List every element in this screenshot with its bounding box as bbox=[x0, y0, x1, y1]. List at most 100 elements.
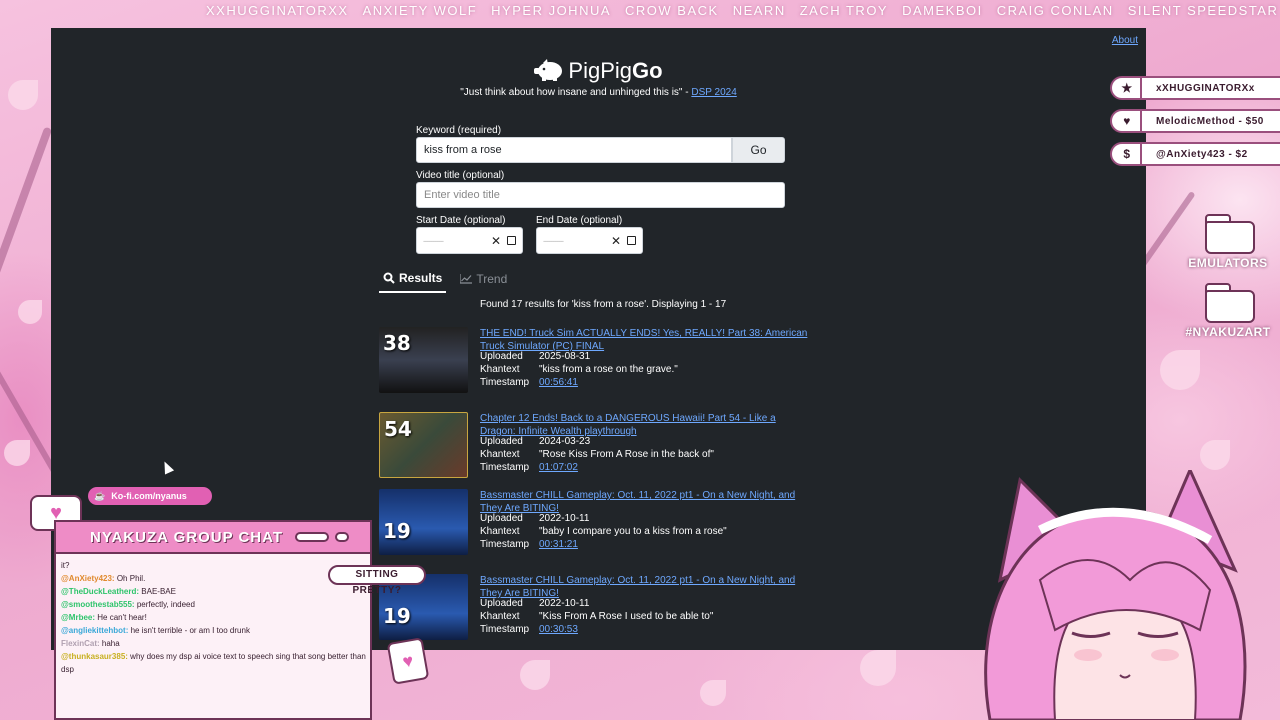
about-link[interactable]: About bbox=[1112, 35, 1138, 46]
uploaded-value: 2022-10-11 bbox=[539, 598, 590, 609]
result-title-link[interactable]: Chapter 12 Ends! Back to a DANGEROUS Haw… bbox=[480, 412, 810, 438]
video-title-input[interactable]: Enter video title bbox=[416, 182, 785, 208]
site-logo[interactable]: PigPigGo bbox=[51, 58, 1146, 87]
brand-bold: Go bbox=[632, 58, 663, 83]
chat-username: @thunkasaur385: bbox=[61, 652, 128, 661]
pig-icon bbox=[534, 59, 564, 87]
uploaded-key: Uploaded bbox=[480, 513, 523, 524]
folder-icon bbox=[1205, 214, 1255, 254]
folder-icon bbox=[1205, 283, 1255, 323]
chat-username: @angliekittehbot: bbox=[61, 626, 129, 635]
marquee-name: Silent Speedstar bbox=[1127, 3, 1279, 18]
chat-header: NYAKUZA GROUP CHAT bbox=[56, 522, 370, 554]
khantext-value: "baby I compare you to a kiss from a ros… bbox=[539, 526, 727, 537]
chat-line: @thunkasaur385: why does my dsp ai voice… bbox=[61, 650, 366, 676]
thumbnail-badge: 38 bbox=[383, 331, 411, 355]
timestamp-link[interactable]: 00:56:41 bbox=[539, 377, 578, 388]
tagline-link[interactable]: DSP 2024 bbox=[691, 87, 736, 98]
khantext-row: Khantext "Rose Kiss From A Rose in the ba… bbox=[480, 449, 714, 460]
sitting-pretty-bubble: SITTING PRETTY? bbox=[328, 565, 426, 596]
top-name-marquee: xXHUGGINATORXx AnXiety Wolf Hyper Johnua… bbox=[0, 0, 1280, 22]
keyword-input[interactable]: kiss from a rose bbox=[416, 137, 732, 163]
uploaded-value: 2022-10-11 bbox=[539, 513, 590, 524]
khantext-key: Khantext bbox=[480, 449, 520, 460]
chat-message: perfectly, indeed bbox=[134, 600, 195, 609]
folder-emulators[interactable]: EMULATORS bbox=[1183, 214, 1273, 270]
chat-title: NYAKUZA GROUP CHAT bbox=[90, 528, 284, 546]
khantext-key: Khantext bbox=[480, 611, 520, 622]
calendar-icon[interactable] bbox=[627, 236, 636, 245]
result-title-link[interactable]: THE END! Truck Sim ACTUALLY ENDS! Yes, R… bbox=[480, 327, 810, 353]
uploaded-row: Uploaded 2022-10-11 bbox=[480, 598, 589, 609]
video-thumbnail[interactable]: 38 bbox=[379, 327, 468, 393]
kofi-text: Ko-fi.com/nyanus bbox=[111, 491, 187, 501]
khantext-key: Khantext bbox=[480, 526, 520, 537]
chat-username: @TheDuckLeatherd: bbox=[61, 587, 140, 596]
result-tabs: Results Trend bbox=[379, 266, 511, 293]
marquee-name: Craig Conlan bbox=[996, 3, 1114, 18]
heart-icon: ♥ bbox=[1114, 111, 1142, 131]
start-date-label: Start Date (optional) bbox=[416, 215, 506, 226]
timestamp-link[interactable]: 00:31:21 bbox=[539, 539, 578, 550]
thumbnail-badge: 19 bbox=[383, 519, 411, 543]
timestamp-row: Timestamp 00:30:53 bbox=[480, 624, 578, 635]
timestamp-row: Timestamp 00:56:41 bbox=[480, 377, 578, 388]
result-title-link[interactable]: Bassmaster CHILL Gameplay: Oct. 11, 2022… bbox=[480, 574, 810, 600]
uploaded-row: Uploaded 2022-10-11 bbox=[480, 513, 589, 524]
chat-username: @AnXiety423: bbox=[61, 574, 115, 583]
chat-line: @Mrbee: He can't hear! bbox=[61, 611, 366, 624]
tab-trend[interactable]: Trend bbox=[456, 266, 511, 293]
heart-card-icon: ♥ bbox=[386, 637, 430, 685]
timestamp-key: Timestamp bbox=[480, 539, 530, 550]
timestamp-link[interactable]: 00:30:53 bbox=[539, 624, 578, 635]
tagline-quote: "Just think about how insane and unhinge… bbox=[460, 87, 692, 98]
video-thumbnail[interactable]: 54 bbox=[379, 412, 468, 478]
chat-message: haha bbox=[99, 639, 120, 648]
chat-username: FlexinCat: bbox=[61, 639, 100, 648]
khantext-value: "kiss from a rose on the grave." bbox=[539, 364, 678, 375]
khantext-key: Khantext bbox=[480, 364, 520, 375]
clear-icon[interactable]: ✕ bbox=[491, 234, 501, 248]
start-date-input[interactable]: ---------- ✕ bbox=[416, 227, 523, 254]
pill-text: @AnXiety423 - $2 bbox=[1156, 148, 1248, 160]
window-bar-decoration bbox=[295, 532, 330, 542]
chart-icon bbox=[460, 274, 473, 284]
khantext-row: Khantext "baby I compare you to a kiss fr… bbox=[480, 526, 727, 537]
calendar-icon[interactable] bbox=[507, 236, 516, 245]
tab-results[interactable]: Results bbox=[379, 266, 447, 293]
timestamp-link[interactable]: 01:07:02 bbox=[539, 462, 578, 473]
marquee-name: AnXiety Wolf bbox=[362, 3, 478, 18]
star-icon: ★ bbox=[1114, 78, 1142, 98]
uploaded-key: Uploaded bbox=[480, 351, 523, 362]
keyword-label: Keyword (required) bbox=[416, 125, 502, 136]
video-thumbnail[interactable]: 19 bbox=[379, 489, 468, 555]
clear-icon[interactable]: ✕ bbox=[611, 234, 621, 248]
result-title-link[interactable]: Bassmaster CHILL Gameplay: Oct. 11, 2022… bbox=[480, 489, 810, 515]
marquee-name: Hyper Johnua bbox=[491, 3, 612, 18]
recent-follower-pill: ★ xXHUGGINATORXx bbox=[1110, 76, 1280, 100]
brand-light: PigPig bbox=[568, 58, 633, 83]
chat-message: it? bbox=[61, 561, 70, 570]
end-date-input[interactable]: ---------- ✕ bbox=[536, 227, 643, 254]
khantext-value: "Kiss From A Rose I used to be able to" bbox=[539, 611, 714, 622]
chat-line: @AnXiety423: Oh Phil. bbox=[61, 572, 366, 585]
chat-message: He can't hear! bbox=[95, 613, 147, 622]
folder-nyakuzart[interactable]: #NYAKUZART bbox=[1183, 283, 1273, 339]
chat-line: FlexinCat: haha bbox=[61, 637, 366, 650]
timestamp-key: Timestamp bbox=[480, 624, 530, 635]
chat-message: Oh Phil. bbox=[114, 574, 146, 583]
go-button[interactable]: Go bbox=[732, 137, 785, 163]
marquee-name: Zach Troy bbox=[799, 3, 889, 18]
window-dot-decoration bbox=[335, 532, 350, 542]
chat-line: it? bbox=[61, 559, 366, 572]
uploaded-key: Uploaded bbox=[480, 436, 523, 447]
thumbnail-badge: 54 bbox=[384, 417, 412, 441]
chat-message: BAE-BAE bbox=[139, 587, 176, 596]
uploaded-value: 2024-03-23 bbox=[539, 436, 591, 447]
chat-username: @Mrbee: bbox=[61, 613, 96, 622]
chat-line: @TheDuckLeatherd: BAE-BAE bbox=[61, 585, 366, 598]
folder-label: #NYAKUZART bbox=[1185, 325, 1271, 339]
date-placeholder: ---------- bbox=[423, 235, 444, 246]
tagline: "Just think about how insane and unhinge… bbox=[51, 87, 1146, 98]
thumbnail-badge: 19 bbox=[383, 604, 411, 628]
